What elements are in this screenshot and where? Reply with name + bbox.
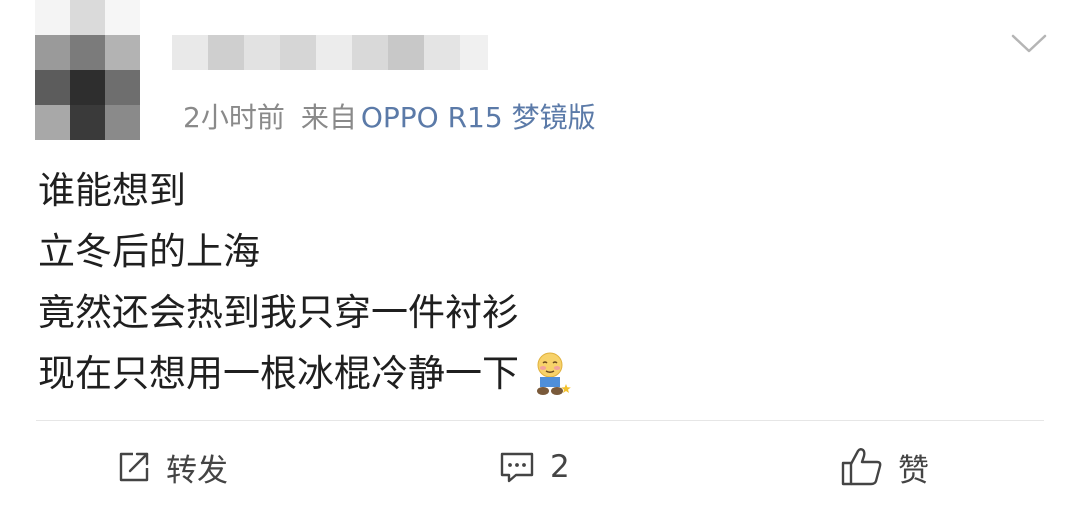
post-card: 2小时前 来自 OPPO R15 梦镜版 谁能想到 立冬后的上海 竟然还会热到我… [0,0,1080,507]
shy-person-emoji-icon [531,351,571,397]
repost-label: 转发 [166,452,228,489]
content-line: 立冬后的上海 [38,221,1038,282]
like-button[interactable]: 赞 [840,440,929,494]
content-line: 竟然还会热到我只穿一件衬衫 [38,282,1038,343]
repost-button[interactable]: 转发 [116,440,228,494]
divider [36,420,1044,421]
source-label: 来自 [300,101,357,134]
content-text: 现在只想用一根冰棍冷静一下 [38,352,519,395]
action-bar: 转发 2 赞 [0,440,1080,494]
comment-button[interactable]: 2 [498,440,570,494]
avatar[interactable] [35,0,140,140]
comment-count: 2 [550,449,570,485]
device-source-link[interactable]: OPPO R15 梦镜版 [361,96,596,136]
content-text: 竟然还会热到我只穿一件衬衫 [38,291,519,334]
username[interactable] [172,35,488,70]
post-time: 2小时前 [183,101,285,134]
like-label: 赞 [898,452,929,489]
repost-icon [116,449,152,485]
chevron-down-icon[interactable] [1010,32,1048,56]
post-meta: 2小时前 来自 OPPO R15 梦镜版 [183,96,596,136]
comment-icon [498,449,536,485]
content-text: 立冬后的上海 [38,230,260,273]
post-content: 谁能想到 立冬后的上海 竟然还会热到我只穿一件衬衫 现在只想用一根冰棍冷静一下 [38,160,1038,404]
content-line: 现在只想用一根冰棍冷静一下 [38,343,1038,404]
content-text: 谁能想到 [38,169,186,212]
thumbs-up-icon [840,447,884,487]
content-line: 谁能想到 [38,160,1038,221]
